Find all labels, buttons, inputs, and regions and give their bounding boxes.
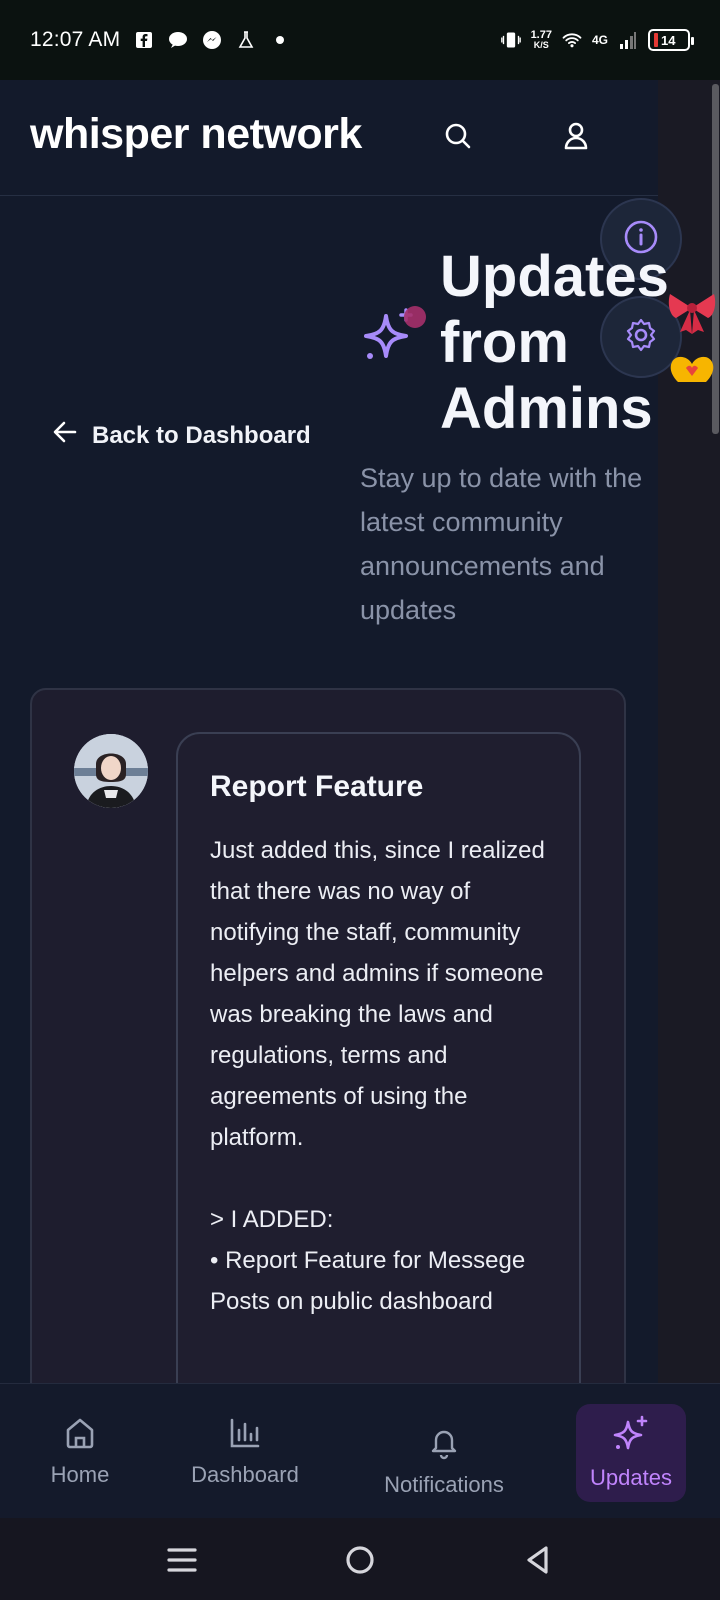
arrow-left-icon xyxy=(52,420,78,451)
network-type: 4G xyxy=(591,33,608,47)
nav-label-home: Home xyxy=(50,1461,110,1487)
heart-hands-emoji xyxy=(666,350,718,395)
bow-emoji xyxy=(666,288,718,339)
notification-dot xyxy=(404,306,426,328)
app-header: whisper network xyxy=(0,80,658,196)
post-body: Just added this, since I realized that t… xyxy=(210,837,545,1315)
search-icon[interactable] xyxy=(440,118,476,154)
nav-item-dashboard[interactable]: Dashboard xyxy=(180,1384,310,1519)
home-icon xyxy=(63,1416,97,1462)
nav-item-notifications[interactable]: Notifications xyxy=(370,1394,518,1529)
home-circle-icon[interactable] xyxy=(340,1540,380,1580)
back-to-dashboard-link[interactable]: Back to Dashboard xyxy=(52,420,311,451)
messenger-icon xyxy=(202,30,222,50)
avatar[interactable] xyxy=(74,734,148,808)
back-triangle-icon[interactable] xyxy=(518,1540,558,1580)
flask-icon xyxy=(236,30,256,50)
nav-label-notifications: Notifications xyxy=(384,1471,504,1497)
status-time: 12:07 AM xyxy=(30,28,121,51)
post-title: Report Feature xyxy=(210,770,424,803)
nav-label-updates: Updates xyxy=(590,1465,672,1490)
facebook-icon xyxy=(134,30,154,50)
signal-icon xyxy=(618,30,638,50)
chat-bubble-icon xyxy=(168,30,188,50)
brand-logo[interactable]: whisper network xyxy=(30,110,362,159)
sparkles-icon xyxy=(612,1415,650,1465)
dot-icon xyxy=(270,30,290,50)
page-title: Updates from Admins xyxy=(440,244,669,441)
user-icon[interactable] xyxy=(558,118,594,154)
bottom-nav: Home Dashboard Notifications Updates xyxy=(0,1383,720,1518)
battery-icon: 14 xyxy=(648,29,694,51)
back-link-label: Back to Dashboard xyxy=(92,421,311,449)
menu-icon[interactable] xyxy=(162,1540,202,1580)
nav-item-home[interactable]: Home xyxy=(30,1384,130,1519)
vibrate-icon xyxy=(500,30,521,50)
status-bar: 12:07 AM 1.77 K/S 4G 14 xyxy=(0,0,720,80)
nav-label-dashboard: Dashboard xyxy=(191,1461,299,1487)
bar-chart-icon xyxy=(228,1416,262,1462)
network-speed: 1.77 K/S xyxy=(530,29,552,51)
system-icons: 1.77 K/S 4G 14 xyxy=(500,29,694,51)
page-subtitle: Stay up to date with the latest communit… xyxy=(360,463,643,625)
bell-icon xyxy=(429,1426,459,1472)
update-post: Report Feature Just added this, since I … xyxy=(176,732,581,1412)
wifi-icon xyxy=(562,30,582,50)
system-nav-bar xyxy=(0,1518,720,1600)
nav-item-updates[interactable]: Updates xyxy=(576,1404,686,1502)
notification-icons xyxy=(134,30,290,50)
